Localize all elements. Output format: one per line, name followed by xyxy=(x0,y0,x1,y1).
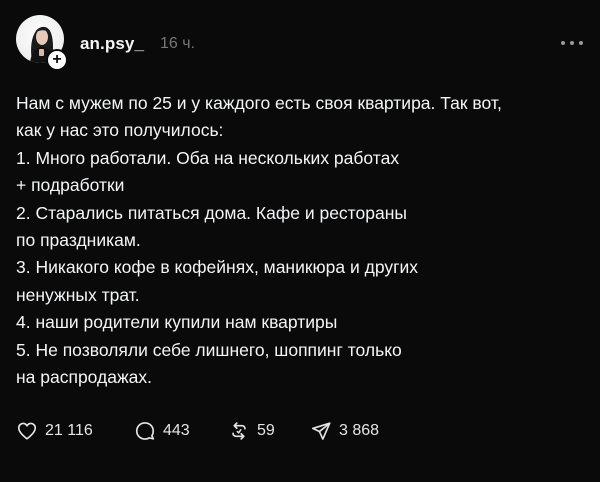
repost-icon xyxy=(232,422,246,440)
post-text-line: + подработки xyxy=(16,175,125,196)
post-text-line: по праздникам. xyxy=(16,230,141,251)
more-options-button[interactable] xyxy=(561,32,583,54)
more-dots-icon xyxy=(561,41,565,45)
post-text-line: 5. Не позволяли себе лишнего, шоппинг то… xyxy=(16,339,402,360)
more-dots-icon xyxy=(570,41,574,45)
action-bar: 21 116 443 59 3 868 xyxy=(16,418,586,444)
post-timestamp[interactable]: 16 ч. xyxy=(160,35,195,53)
post-text-line: Нам с мужем по 25 и у каждого есть своя … xyxy=(16,93,502,113)
username-link[interactable]: an.psy_ xyxy=(80,34,144,54)
share-button[interactable]: 3 868 xyxy=(310,418,379,444)
repost-button[interactable]: 59 xyxy=(228,418,275,444)
more-dots-icon xyxy=(579,41,583,45)
comment-count: 443 xyxy=(163,422,190,439)
like-button[interactable]: 21 116 xyxy=(16,418,93,444)
comment-bubble-icon xyxy=(135,422,155,440)
heart-icon xyxy=(17,422,37,440)
like-count: 21 116 xyxy=(45,422,93,439)
post-text: Нам с мужем по 25 и у каждого есть своя … xyxy=(16,90,586,391)
post-text-line: ненужных трат. xyxy=(16,284,140,305)
post-text-line: 1. Много работали. Оба на нескольких раб… xyxy=(16,147,400,168)
post-text-line: как у нас это получилось: xyxy=(16,120,224,141)
send-icon xyxy=(311,422,331,440)
post-text-line: 4. наши родители купили нам квартиры xyxy=(16,312,338,333)
thread-post: + an.psy_ 16 ч. Нам с мужем по 25 и у ка… xyxy=(0,0,600,482)
comment-button[interactable]: 443 xyxy=(134,418,190,444)
repost-count: 59 xyxy=(257,422,275,439)
post-text-line: 3. Никакого кофе в кофейнях, маникюра и … xyxy=(16,257,419,278)
post-text-line: на распродажах. xyxy=(16,367,153,388)
post-text-line: 2. Старались питаться дома. Кафе и ресто… xyxy=(16,202,407,223)
avatar-container[interactable]: + xyxy=(16,15,68,71)
share-count: 3 868 xyxy=(339,422,380,439)
follow-plus-button[interactable]: + xyxy=(46,49,68,71)
